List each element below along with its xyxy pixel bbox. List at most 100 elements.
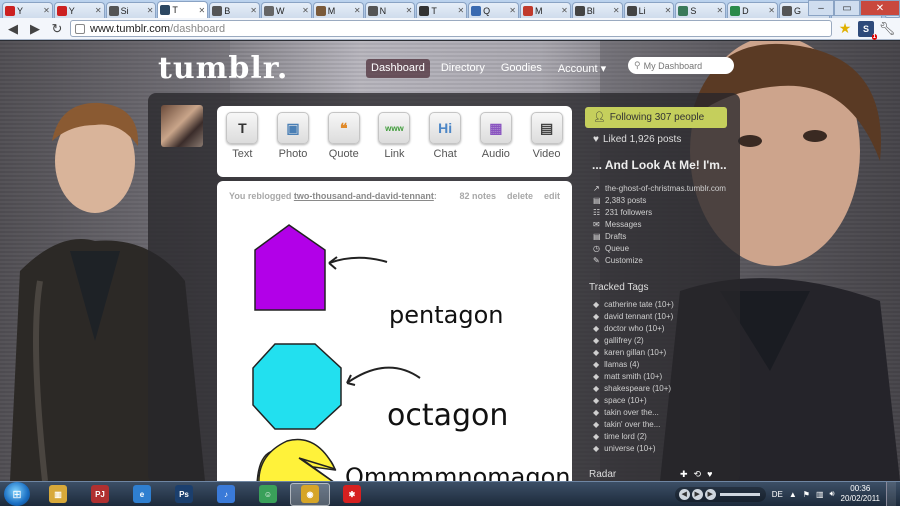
tracked-tag-item[interactable]: ◆ time lord (2) [593,431,674,443]
taskbar-app-pj64[interactable]: PJ [80,483,120,506]
browser-tab[interactable]: Bl ✕ [571,2,623,18]
notes-link[interactable]: 82 notes [459,191,496,201]
browser-tab[interactable]: M ✕ [312,2,364,18]
browser-tab[interactable]: D ✕ [727,2,778,18]
taskbar-app-explorer[interactable]: ▥ [38,483,78,506]
delete-link[interactable]: delete [507,191,533,201]
tray-arrow-icon[interactable]: ▲ [789,490,797,499]
tracked-tag-item[interactable]: ◆ universe (10+) [593,443,674,455]
reblog-source-link[interactable]: two-thousand-and-david-tennant [294,191,434,201]
post-type-quote-button[interactable]: ❝ Quote [319,112,369,177]
tracked-tag-item[interactable]: ◆ takin' over the... [593,419,674,431]
forward-icon[interactable]: ▶ [26,20,44,38]
tumblr-logo[interactable]: tumblr. [158,51,288,86]
browser-tab[interactable]: N ✕ [364,2,416,18]
reload-icon[interactable]: ↻ [48,20,66,38]
browser-tab[interactable]: Li ✕ [623,2,675,18]
browser-tab[interactable]: T ✕ [416,2,468,18]
tab-close-icon[interactable]: ✕ [716,6,723,15]
reblog-icon[interactable]: ⟲ [694,469,702,480]
speaker-icon[interactable]: 🔊︎ [830,489,835,499]
avatar[interactable] [161,105,203,147]
tracked-tag-item[interactable]: ◆ llamas (4) [593,359,674,371]
tab-close-icon[interactable]: ✕ [509,6,516,15]
browser-tab[interactable]: S ✕ [675,2,727,18]
browser-tab[interactable]: W ✕ [260,2,312,18]
blog-menu-item[interactable]: ◷ Queue [593,243,726,255]
browser-tab[interactable]: T ✕ [157,1,209,18]
blog-menu-item[interactable]: ☷ 231 followers [593,207,726,219]
blog-menu-item[interactable]: ▤ Drafts [593,231,726,243]
tab-close-icon[interactable]: ✕ [198,6,205,15]
browser-tab[interactable]: B ✕ [209,2,260,18]
tracked-tag-item[interactable]: ◆ space (10+) [593,395,674,407]
minimize-button[interactable]: – [808,0,834,16]
taskbar-app-itunes[interactable]: ♪ [206,483,246,506]
tab-close-icon[interactable]: ✕ [147,6,154,15]
address-bar[interactable]: www.tumblr.com/dashboard [70,20,832,37]
play-icon[interactable]: ▶ [691,488,703,500]
tab-close-icon[interactable]: ✕ [302,6,309,15]
browser-tab[interactable]: M ✕ [519,2,571,18]
browser-tab[interactable]: Si ✕ [105,2,157,18]
liked-link[interactable]: ♥ Liked 1,926 posts [593,134,681,145]
nav-directory[interactable]: Directory [436,59,490,78]
tracked-tag-item[interactable]: ◆ takin over the... [593,407,674,419]
extension-icon[interactable]: S1 [858,20,877,40]
post-type-video-button[interactable]: ▤ Video [522,112,572,177]
bookmark-star-icon[interactable]: ★ [836,20,854,37]
nav-account[interactable]: Account ▾ [553,59,611,78]
tab-close-icon[interactable]: ✕ [250,6,257,15]
browser-tab[interactable]: Y ✕ [53,2,105,18]
tracked-tag-item[interactable]: ◆ karen gillan (10+) [593,347,674,359]
tracked-tag-item[interactable]: ◆ david tennant (10+) [593,311,674,323]
tracked-tag-item[interactable]: ◆ catherine tate (10+) [593,299,674,311]
post-type-chat-button[interactable]: Hi Chat [420,112,470,177]
volume-slider[interactable] [719,492,760,496]
tab-close-icon[interactable]: ✕ [665,6,672,15]
close-window-button[interactable]: ✕ [860,0,900,16]
taskbar-app-chrome[interactable]: ◉ [290,482,330,506]
start-button[interactable]: ⊞ [4,482,30,506]
tracked-tag-item[interactable]: ◆ gallifrey (2) [593,335,674,347]
post-type-audio-button[interactable]: ▦ Audio [471,112,521,177]
back-icon[interactable]: ◀ [4,20,22,38]
dashboard-search[interactable]: ⚲ [628,57,734,74]
blog-title[interactable]: ... And Look At Me! I'm.. [592,158,727,172]
taskbar-app-ie[interactable]: e [122,483,162,506]
wrench-icon[interactable]: 🔧︎ [878,21,896,37]
search-input[interactable] [643,60,724,71]
nav-dashboard[interactable]: Dashboard [366,59,430,78]
maximize-button[interactable]: ▭ [834,0,860,16]
language-indicator[interactable]: DE [772,490,783,499]
blog-menu-item[interactable]: ↗ the-ghost-of-christmas.tumblr.com [593,183,726,195]
taskbar-app-messenger[interactable]: ☺ [248,483,288,506]
taskbar-app-photoshop[interactable]: Ps [164,483,204,506]
tracked-tag-item[interactable]: ◆ doctor who (10+) [593,323,674,335]
post-type-link-button[interactable]: www Link [369,112,419,177]
tab-close-icon[interactable]: ✕ [561,6,568,15]
tab-close-icon[interactable]: ✕ [613,6,620,15]
tracked-tag-item[interactable]: ◆ matt smith (10+) [593,371,674,383]
show-desktop-button[interactable] [886,482,896,506]
network-icon[interactable]: ▥ [816,490,824,499]
edit-link[interactable]: edit [544,191,560,201]
tab-close-icon[interactable]: ✕ [43,6,50,15]
next-icon[interactable]: ▶ [704,488,716,500]
plus-icon[interactable]: ✚ [680,469,688,480]
blog-menu-item[interactable]: ✎ Customize [593,255,726,267]
browser-tab[interactable]: Q ✕ [468,2,519,18]
tab-close-icon[interactable]: ✕ [354,6,361,15]
taskbar-app-app[interactable]: ✱ [332,483,372,506]
tab-close-icon[interactable]: ✕ [406,6,413,15]
nav-goodies[interactable]: Goodies [496,59,547,78]
following-button[interactable]: 👤︎ Following 307 people [585,107,727,128]
post-type-text-button[interactable]: T Text [217,112,267,177]
post-type-photo-button[interactable]: ▣ Photo [268,112,318,177]
prev-icon[interactable]: ◀ [678,488,690,500]
tab-close-icon[interactable]: ✕ [457,6,464,15]
clock[interactable]: 00:36 20/02/2011 [841,484,880,504]
like-heart-icon[interactable]: ♥ [707,469,712,480]
browser-tab[interactable]: Y ✕ [2,2,53,18]
blog-menu-item[interactable]: ▤ 2,383 posts [593,195,726,207]
